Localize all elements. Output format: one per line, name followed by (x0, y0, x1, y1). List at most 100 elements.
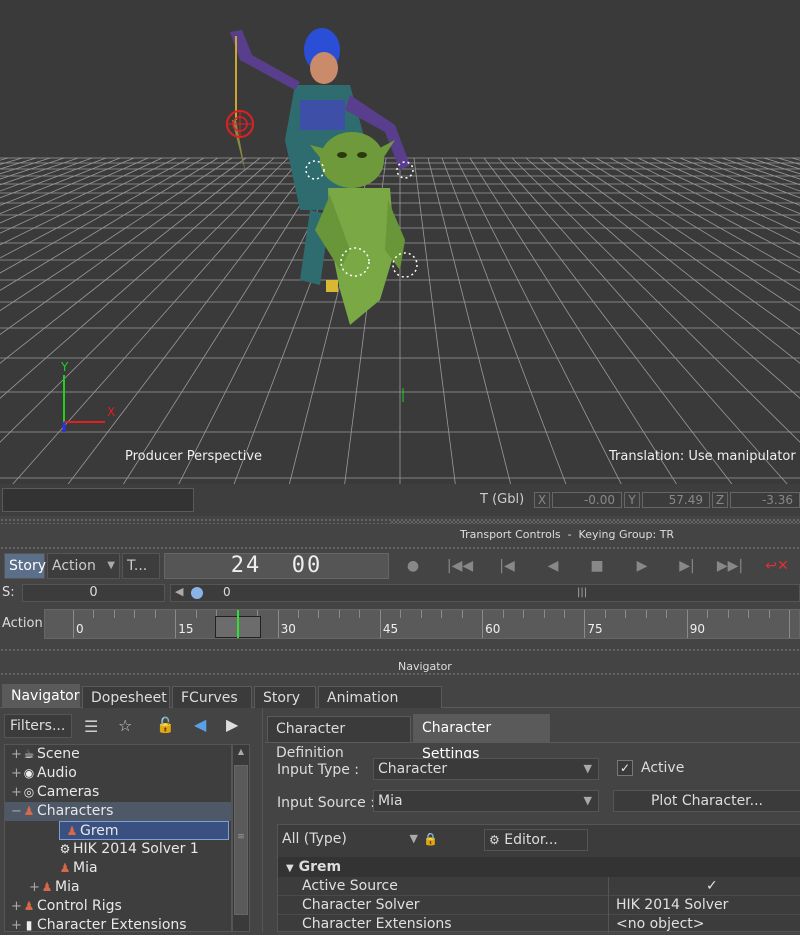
active-checkbox[interactable]: ✓ (617, 760, 633, 776)
timeline-tick (175, 610, 177, 638)
tree-item-label: Scene (37, 746, 80, 762)
play-reverse-icon[interactable]: ◀ (538, 553, 568, 579)
play-icon[interactable]: ▶ (627, 553, 657, 579)
timeline-tick-label: 30 (280, 622, 296, 636)
tab-dopesheet[interactable]: Dopesheet (82, 686, 170, 708)
tab-navigator[interactable]: Navigator (2, 684, 80, 708)
tab-fcurves[interactable]: FCurves (172, 686, 252, 708)
forward-arrow-icon[interactable]: ▶ (226, 715, 238, 734)
tab-story[interactable]: Story (254, 686, 316, 708)
expand-icon[interactable]: + (11, 764, 22, 783)
input-source-dropdown[interactable]: Mia ▼ (373, 790, 599, 812)
lock-icon[interactable]: 🔓 (156, 716, 175, 734)
goto-end-icon[interactable]: ▶▶| (715, 553, 745, 579)
back-arrow-icon[interactable]: ◀ (194, 715, 206, 734)
editor-label: Editor... (504, 832, 558, 848)
tree-item-label: Cameras (37, 784, 100, 800)
plot-character-button[interactable]: Plot Character... (613, 790, 800, 812)
x-coord-field[interactable]: -0.00 (552, 492, 622, 508)
tab-animation-trigger[interactable]: Animation Trigger (318, 686, 442, 728)
gear-icon: ⚙ (489, 833, 500, 847)
timeline-tick (584, 610, 586, 638)
property-group-header[interactable]: ▼ Grem (278, 857, 800, 877)
tab-character-settings[interactable]: Character Settings (413, 714, 550, 762)
scroll-grip-icon[interactable]: ||| (577, 587, 587, 598)
chevron-left-icon[interactable]: ◀ (175, 585, 183, 598)
timeline-tick (93, 610, 95, 618)
scroll-up-icon[interactable]: ▲ (234, 747, 248, 759)
collapse-icon[interactable]: − (11, 802, 22, 821)
tree-item[interactable]: + ▮ Character Extensions (5, 916, 231, 935)
command-field[interactable] (2, 488, 194, 512)
timeline-tick (277, 610, 279, 638)
transport-header: Transport Controls - Keying Group: TR (460, 528, 675, 541)
frame-counter[interactable]: 24 00 (164, 553, 389, 579)
expand-icon[interactable]: + (11, 916, 22, 935)
filters-button[interactable]: Filters... (4, 714, 72, 738)
property-value[interactable]: <no object> (616, 915, 705, 934)
y-coord-field[interactable]: 57.49 (642, 492, 710, 508)
input-type-dropdown[interactable]: Character ▼ (373, 758, 599, 780)
property-row[interactable]: Active Source ✓ (278, 877, 800, 896)
property-row[interactable]: Character Solver HIK 2014 Solver (278, 896, 800, 915)
action-mode-dropdown[interactable]: Action ▼ (47, 553, 120, 579)
action-mode-label: Action (52, 558, 96, 574)
tree-item-label: Control Rigs (37, 898, 122, 914)
scrollbar-thumb[interactable]: ≡ (234, 765, 248, 915)
prev-key-icon[interactable]: |◀ (492, 553, 522, 579)
time-format-dropdown[interactable]: T... (122, 553, 160, 579)
expand-icon[interactable]: + (11, 897, 22, 916)
timeline-tick (543, 610, 545, 618)
character-icon: ♟ (41, 880, 53, 894)
tree-item[interactable]: − ♟ Characters (5, 802, 231, 821)
time-format-label: T... (127, 558, 148, 574)
tab-character-definition[interactable]: Character Definition (267, 716, 411, 761)
s-label: S: (2, 585, 15, 600)
column-divider (608, 896, 609, 915)
z-coord-field[interactable]: -3.36 (730, 492, 800, 508)
tree-item[interactable]: + ♟ Control Rigs (5, 897, 231, 916)
property-value[interactable]: HIK 2014 Solver (616, 896, 728, 915)
next-key-icon[interactable]: ▶| (672, 553, 702, 579)
property-row[interactable]: Character Extensions <no object> (278, 915, 800, 934)
tree-item-label: Grem (80, 823, 119, 839)
3d-viewport[interactable]: Y X Producer Perspective Translation: Us… (0, 0, 800, 484)
tree-item[interactable]: + ♟ Mia (5, 878, 231, 897)
scene-icon: ☕ (23, 747, 35, 761)
tree-scrollbar[interactable]: ▲ ≡ (232, 744, 250, 932)
s-field[interactable]: 0 (22, 584, 165, 602)
tree-item[interactable]: + ◎ Cameras (5, 783, 231, 802)
loop-icon[interactable]: ↩✕ (762, 553, 792, 579)
tree-item[interactable]: ♟ Mia (5, 859, 231, 878)
timeline-tick (359, 610, 361, 618)
tree-item[interactable]: + ◉ Audio (5, 764, 231, 783)
expand-icon[interactable]: + (29, 878, 40, 897)
list-view-icon[interactable]: ☰ (84, 717, 98, 736)
character-icon: ♟ (59, 861, 71, 875)
slider-handle[interactable] (191, 587, 203, 599)
timeline-tick (318, 610, 320, 618)
expand-icon[interactable]: + (11, 745, 22, 764)
axis-y-label: Y (61, 360, 69, 374)
property-filter-dropdown[interactable]: All (Type) ▼ 🔒 (278, 829, 442, 851)
timeline-ruler[interactable]: 0 15 30 45 60 75 90 (44, 609, 800, 639)
tree-item[interactable]: ⚙ HIK 2014 Solver 1 (5, 840, 231, 859)
goto-start-icon[interactable]: |◀◀ (445, 553, 475, 579)
editor-button[interactable]: ⚙ Editor... (484, 829, 588, 851)
expand-icon[interactable]: + (11, 783, 22, 802)
tree-item[interactable]: + ☕ Scene (5, 745, 231, 764)
favorite-icon[interactable]: ☆ (118, 716, 132, 735)
record-icon[interactable]: ● (398, 553, 428, 579)
tree-item[interactable]: ♟ Grem (59, 821, 229, 840)
lock-icon[interactable]: 🔒 (423, 829, 438, 849)
active-source-checkbox[interactable]: ✓ (706, 877, 718, 896)
story-mode-button[interactable]: Story (4, 553, 46, 579)
stop-icon[interactable]: ■ (582, 553, 612, 579)
timeline-tick (707, 610, 709, 618)
timeline-tick-label: 15 (178, 622, 194, 636)
y-axis-label: Y (624, 492, 640, 508)
timeline-tick-label: 60 (485, 622, 501, 636)
panel-divider (0, 648, 800, 652)
collapse-icon[interactable]: ▼ (286, 863, 294, 874)
time-slider[interactable]: ◀ 0 ||| (170, 584, 800, 602)
